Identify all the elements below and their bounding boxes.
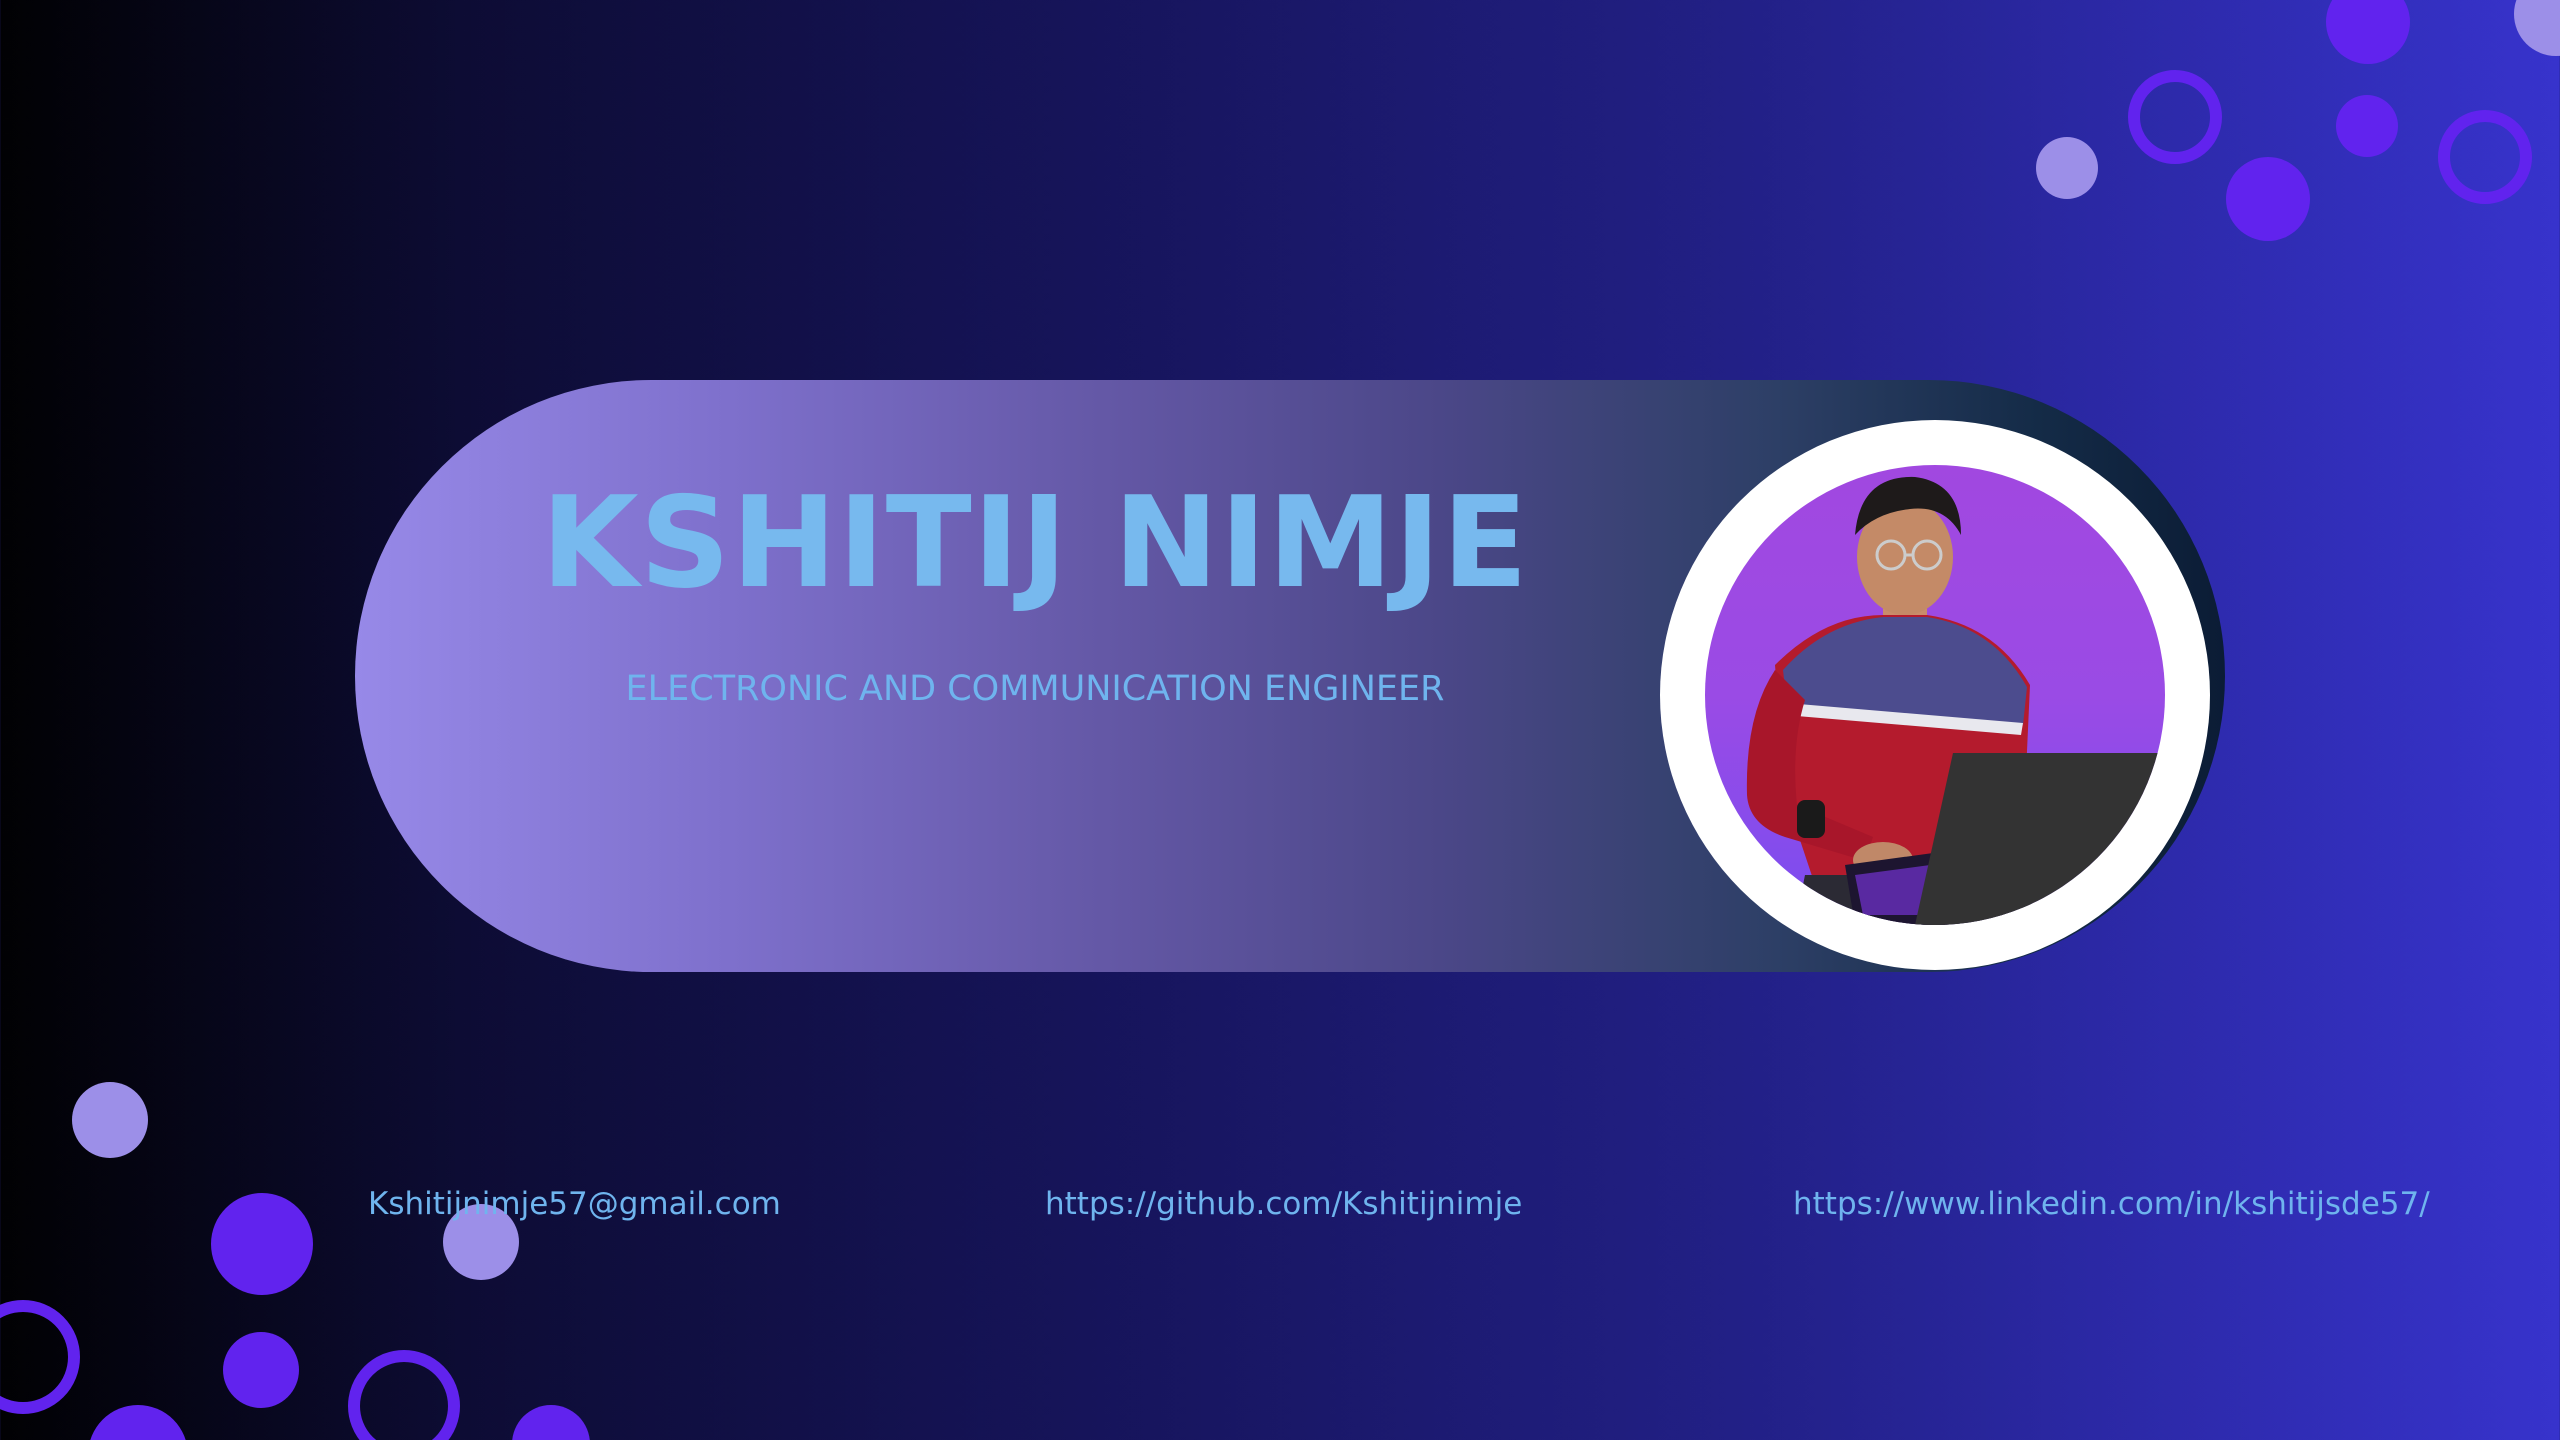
decor-dot — [211, 1193, 313, 1295]
decor-dot — [88, 1405, 188, 1440]
profile-name: KSHITIJ NIMJE — [541, 469, 1529, 616]
contact-linkedin-link[interactable]: https://www.linkedin.com/in/kshitijsde57… — [1793, 1186, 2430, 1223]
decor-dot — [2514, 0, 2560, 56]
decor-dot — [2226, 157, 2310, 241]
person-illustration — [1746, 476, 2165, 925]
decor-ring — [348, 1350, 460, 1440]
profile-photo — [1705, 465, 2165, 925]
contact-github-link[interactable]: https://github.com/Kshitijnimje — [1045, 1186, 1522, 1223]
decor-ring — [2438, 110, 2532, 204]
profile-photo-frame — [1660, 420, 2210, 970]
decor-dot — [223, 1332, 299, 1408]
decor-dot — [2336, 95, 2398, 157]
decor-ring — [0, 1300, 80, 1414]
decor-dot — [512, 1405, 590, 1440]
decor-dot — [72, 1082, 148, 1158]
contact-email-link[interactable]: Kshitijnimje57@gmail.com — [368, 1186, 781, 1223]
decor-dot — [2326, 0, 2410, 64]
decor-ring — [2128, 70, 2222, 164]
decor-dot — [2036, 137, 2098, 199]
profile-role: ELECTRONIC AND COMMUNICATION ENGINEER — [625, 669, 1445, 709]
